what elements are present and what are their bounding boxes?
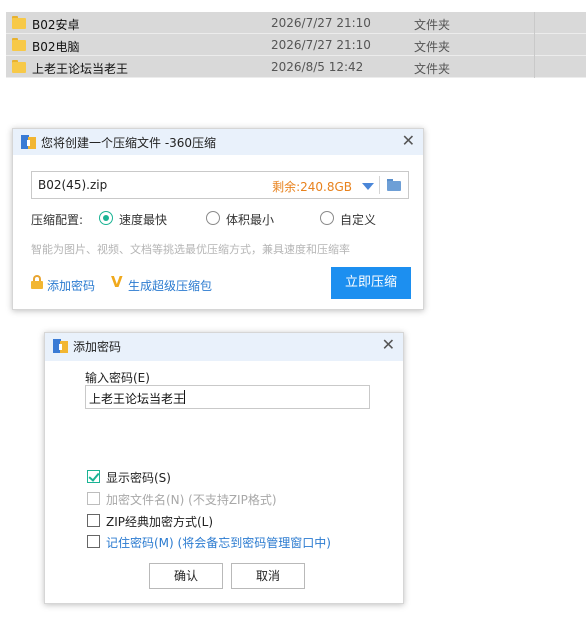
password-value[interactable]: 上老王论坛当老王 bbox=[89, 390, 185, 407]
file-name: 上老王论坛当老王 bbox=[32, 62, 129, 76]
compress-dialog: 您将创建一个压缩文件 -360压缩 ✕ B02(45).zip 剩余:240.8… bbox=[12, 128, 424, 310]
checkbox-icon bbox=[87, 492, 100, 505]
dropdown-arrow-icon[interactable] bbox=[362, 183, 374, 190]
password-dialog-title-bar[interactable]: 添加密码 ✕ bbox=[45, 333, 403, 361]
checkbox-icon bbox=[87, 535, 100, 548]
file-type: 文件夹 bbox=[414, 18, 451, 32]
password-dialog-title: 添加密码 bbox=[73, 340, 122, 354]
folder-icon bbox=[12, 60, 26, 73]
file-name: B02安卓 bbox=[32, 18, 80, 32]
password-input[interactable]: 上老王论坛当老王 bbox=[85, 385, 370, 409]
file-date: 2026/7/27 21:10 bbox=[271, 16, 371, 30]
screen: B02安卓 2026/7/27 21:10 文件夹 B02电脑 2026/7/2… bbox=[0, 0, 586, 621]
file-date: 2026/7/27 21:10 bbox=[271, 38, 371, 52]
360-zip-icon bbox=[21, 135, 36, 149]
super-pack-link[interactable]: 生成超级压缩包 bbox=[128, 277, 212, 294]
360-zip-icon bbox=[53, 339, 68, 353]
file-row[interactable]: B02电脑 2026/7/27 21:10 文件夹 bbox=[6, 34, 586, 56]
checkbox-label: 记住密码(M) (将会备忘到密码管理窗口中) bbox=[106, 536, 331, 550]
compress-dialog-title-bar[interactable]: 您将创建一个压缩文件 -360压缩 ✕ bbox=[13, 129, 423, 155]
column-divider bbox=[534, 34, 535, 56]
archive-filename[interactable]: B02(45).zip bbox=[38, 178, 107, 192]
radio-icon bbox=[206, 211, 220, 225]
column-divider bbox=[534, 12, 535, 34]
checkbox-label: 显示密码(S) bbox=[106, 471, 171, 485]
text-caret bbox=[184, 390, 185, 404]
close-icon[interactable]: ✕ bbox=[402, 132, 415, 150]
checkbox-checked-icon bbox=[87, 470, 100, 483]
radio-label: 自定义 bbox=[340, 213, 377, 227]
compress-hint: 智能为图片、视频、文档等挑选最优压缩方式，兼具速度和压缩率 bbox=[31, 243, 350, 256]
radio-label: 速度最快 bbox=[119, 213, 168, 227]
file-row[interactable]: 上老王论坛当老王 2026/8/5 12:42 文件夹 bbox=[6, 56, 586, 78]
cancel-button[interactable]: 取消 bbox=[231, 563, 305, 589]
checkbox-icon bbox=[87, 514, 100, 527]
radio-selected-icon bbox=[99, 211, 113, 225]
checkbox-label: ZIP经典加密方式(L) bbox=[106, 515, 214, 529]
file-list: B02安卓 2026/7/27 21:10 文件夹 B02电脑 2026/7/2… bbox=[6, 12, 586, 78]
radio-icon bbox=[320, 211, 334, 225]
password-dialog: 添加密码 ✕ 输入密码(E) 上老王论坛当老王 显示密码(S) 加密文件名(N)… bbox=[44, 332, 404, 604]
divider bbox=[379, 176, 380, 194]
file-type: 文件夹 bbox=[414, 62, 451, 76]
folder-icon bbox=[12, 38, 26, 51]
file-date: 2026/8/5 12:42 bbox=[271, 60, 364, 74]
password-input-label: 输入密码(E) bbox=[85, 371, 150, 385]
free-space-label: 剩余:240.8GB bbox=[272, 180, 352, 194]
file-name: B02电脑 bbox=[32, 40, 80, 54]
close-icon[interactable]: ✕ bbox=[382, 336, 395, 354]
add-password-link[interactable]: 添加密码 bbox=[47, 277, 95, 294]
compress-dialog-title: 您将创建一个压缩文件 -360压缩 bbox=[41, 136, 217, 150]
compress-config-label: 压缩配置: bbox=[31, 213, 84, 227]
file-row[interactable]: B02安卓 2026/7/27 21:10 文件夹 bbox=[6, 12, 586, 34]
radio-label: 体积最小 bbox=[226, 213, 275, 227]
file-type: 文件夹 bbox=[414, 40, 451, 54]
folder-browse-icon[interactable] bbox=[387, 179, 401, 191]
lock-icon bbox=[31, 275, 43, 289]
checkbox-label: 加密文件名(N) (不支持ZIP格式) bbox=[106, 493, 277, 507]
column-divider bbox=[534, 56, 535, 78]
folder-icon bbox=[12, 16, 26, 29]
vip-v-icon: V bbox=[111, 273, 123, 291]
archive-path-field[interactable]: B02(45).zip 剩余:240.8GB bbox=[31, 171, 409, 199]
compress-now-button[interactable]: 立即压缩 bbox=[331, 267, 411, 299]
confirm-button[interactable]: 确认 bbox=[149, 563, 223, 589]
